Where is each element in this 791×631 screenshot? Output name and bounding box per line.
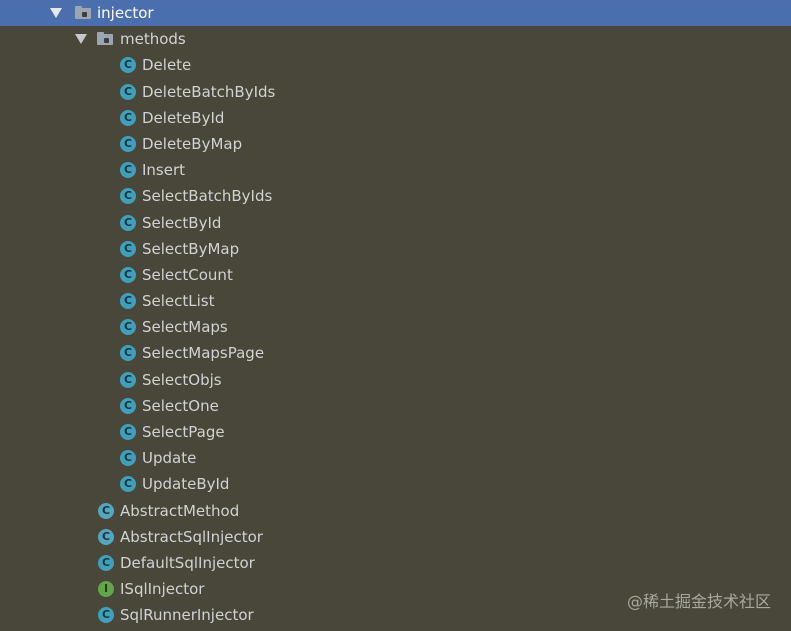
class-icon: C (120, 345, 136, 362)
tree-node-label: injector (97, 4, 154, 22)
tree-node-class[interactable]: C DeleteById (0, 105, 791, 131)
class-icon: C (120, 397, 136, 414)
tree-node-class[interactable]: C Update (0, 445, 791, 471)
tree-node-class[interactable]: C SelectMaps (0, 314, 791, 340)
class-icon: C (120, 266, 136, 283)
tree-node-abstract-class[interactable]: C AbstractSqlInjector (0, 524, 791, 550)
class-icon: C (120, 293, 136, 310)
tree-node-label: SelectObjs (142, 370, 222, 389)
tree-node-label: SqlRunnerInjector (120, 606, 254, 625)
watermark: @稀土掘金技术社区 (626, 592, 771, 611)
tree-node-label: SelectMapsPage (142, 344, 265, 363)
tree-node-class[interactable]: C SelectList (0, 288, 791, 314)
class-icon: C (98, 554, 114, 571)
tree-node-class[interactable]: C UpdateById (0, 471, 791, 497)
tree-node-class[interactable]: C SelectByMap (0, 236, 791, 262)
tree-node-class[interactable]: C DeleteByMap (0, 131, 791, 157)
tree-node-class[interactable]: C DefaultSqlInjector (0, 550, 791, 576)
expand-arrow-icon[interactable] (50, 8, 62, 18)
tree-node-label: SelectByMap (142, 239, 240, 258)
tree-node-label: UpdateById (142, 475, 230, 494)
tree-node-label: DeleteByMap (142, 134, 243, 153)
tree-node-label: SelectCount (142, 265, 233, 284)
class-icon: C (120, 162, 136, 179)
tree-node-class[interactable]: C SelectCount (0, 262, 791, 288)
class-icon: C (120, 476, 136, 493)
tree-node-class[interactable]: C SelectBatchByIds (0, 183, 791, 209)
tree-node-class[interactable]: C SelectPage (0, 419, 791, 445)
tree-node-label: DeleteById (142, 108, 225, 127)
class-icon: C (120, 83, 136, 100)
class-icon: C (120, 240, 136, 257)
tree-node-class[interactable]: C DeleteBatchByIds (0, 79, 791, 105)
tree-node-abstract-class[interactable]: C AbstractMethod (0, 498, 791, 524)
tree-node-methods[interactable]: methods (0, 26, 791, 52)
tree-node-class[interactable]: C SelectObjs (0, 367, 791, 393)
tree-node-label: SelectPage (142, 423, 225, 441)
tree-node-label: ISqlInjector (120, 580, 205, 599)
tree-node-label: DefaultSqlInjector (120, 553, 255, 572)
tree-node-label: Insert (142, 161, 186, 180)
tree-node-label: SelectBatchByIds (142, 187, 273, 206)
tree-node-label: DeleteBatchByIds (142, 82, 276, 101)
tree-node-class[interactable]: C SelectMapsPage (0, 340, 791, 366)
tree-node-class[interactable]: C Delete (0, 52, 791, 78)
tree-node-class[interactable]: C SelectOne (0, 393, 791, 419)
tree-node-label: AbstractMethod (120, 501, 240, 520)
tree-node-label: AbstractSqlInjector (120, 527, 263, 546)
abstract-class-icon: C (98, 502, 114, 519)
package-folder-icon (75, 6, 91, 19)
tree-node-label: SelectById (142, 213, 222, 232)
class-icon: C (120, 371, 136, 388)
class-icon: C (120, 450, 136, 467)
tree-node-label: Delete (142, 56, 192, 75)
tree-node-class[interactable]: C Insert (0, 157, 791, 183)
class-icon: C (120, 214, 136, 231)
tree-node-label: SelectOne (142, 396, 219, 415)
tree-node-label: SelectMaps (142, 318, 228, 337)
tree-node-label: SelectList (142, 292, 215, 311)
project-tree: injector methods C Delete C DeleteBatchB… (0, 0, 791, 629)
package-folder-icon (97, 32, 113, 46)
class-icon: C (120, 109, 136, 126)
abstract-class-icon: C (98, 528, 114, 545)
class-icon: C (120, 319, 136, 336)
tree-node-injector[interactable]: injector (0, 0, 791, 27)
tree-node-class[interactable]: C SelectById (0, 210, 791, 236)
class-icon: C (120, 188, 136, 205)
interface-icon: I (98, 581, 114, 598)
class-icon: C (120, 57, 136, 74)
class-icon: C (120, 424, 136, 440)
class-icon: C (120, 135, 136, 152)
class-icon: C (98, 607, 114, 624)
tree-node-label: methods (120, 30, 186, 49)
expand-arrow-icon[interactable] (75, 34, 87, 45)
tree-node-label: Update (142, 449, 197, 468)
